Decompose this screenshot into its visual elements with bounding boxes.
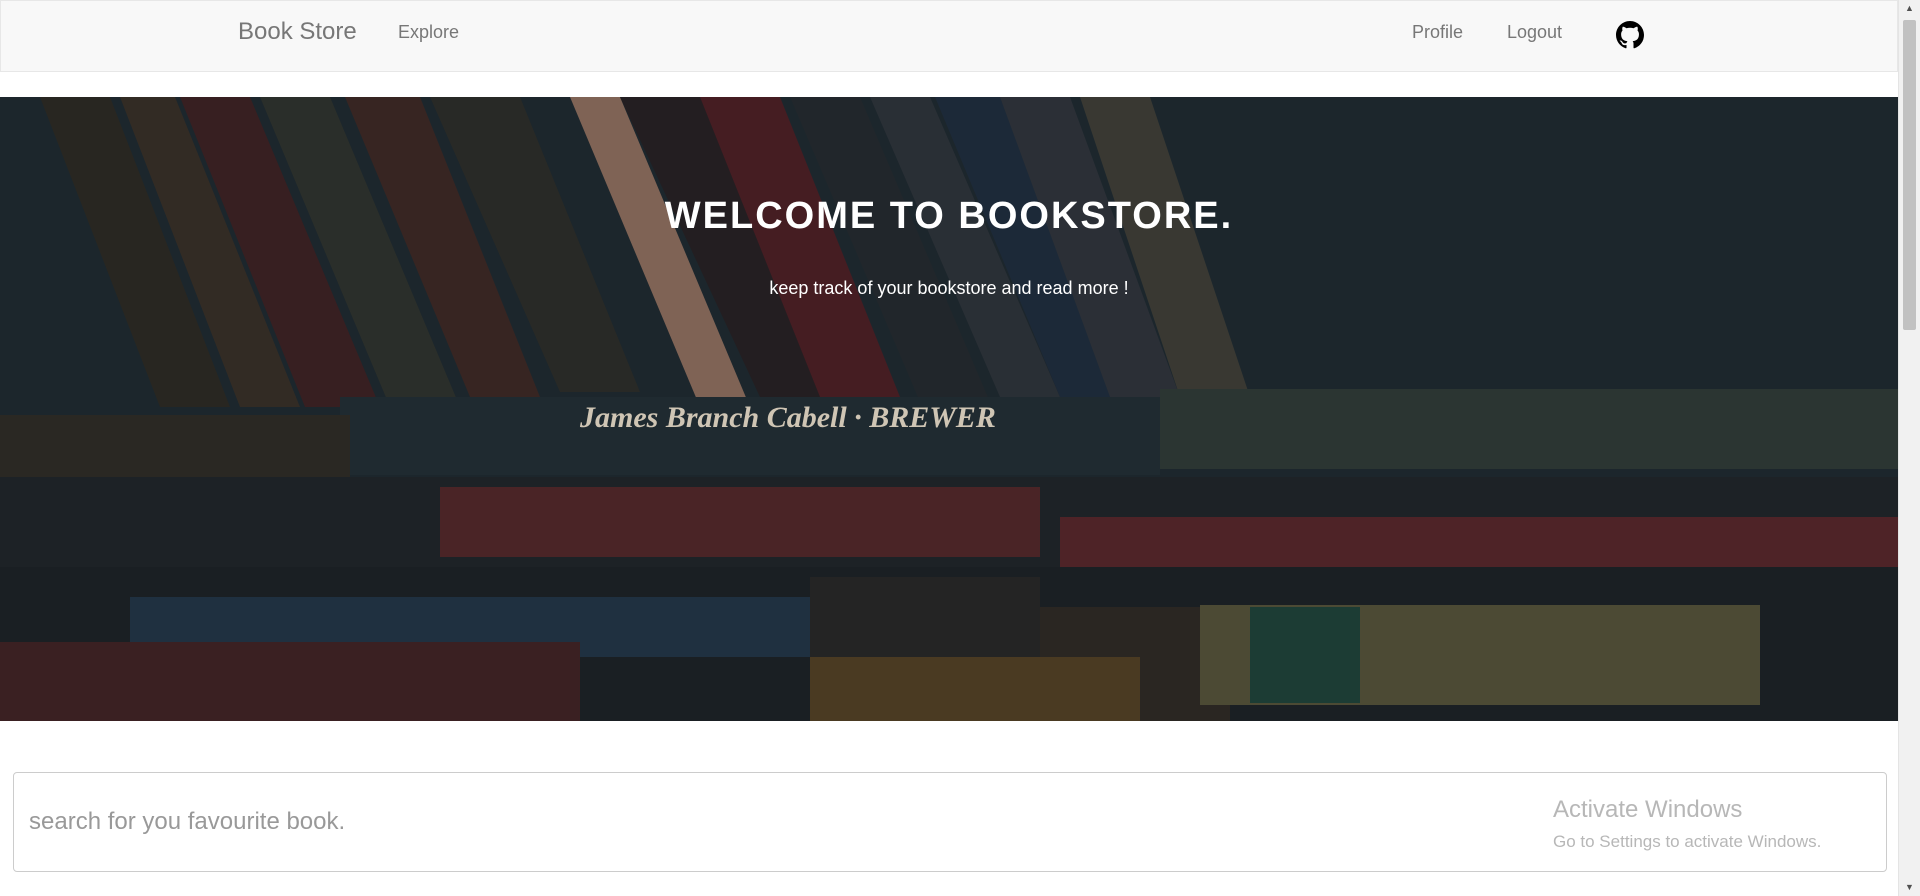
hero-subtitle: keep track of your bookstore and read mo… xyxy=(769,278,1129,298)
top-navbar: Book Store Explore Profile Logout xyxy=(0,0,1898,72)
brand-link[interactable]: Book Store xyxy=(238,18,357,46)
scroll-up-arrow-icon[interactable]: ▲ xyxy=(1899,0,1920,17)
book-spine-text: James Branch Cabell · BREWER xyxy=(579,401,996,434)
search-box xyxy=(13,772,1887,872)
page: Book Store Explore Profile Logout James … xyxy=(0,0,1920,896)
bookshelf-background-image: James Branch Cabell · BREWER xyxy=(0,97,1898,721)
search-input[interactable] xyxy=(14,773,1886,871)
nav-logout-link[interactable]: Logout xyxy=(1507,22,1562,43)
hero-banner: James Branch Cabell · BREWER WELCOME TO … xyxy=(0,97,1898,721)
nav-profile-link[interactable]: Profile xyxy=(1412,22,1463,43)
nav-explore-link[interactable]: Explore xyxy=(398,22,459,43)
github-icon[interactable] xyxy=(1616,21,1644,49)
scroll-down-arrow-icon[interactable]: ▼ xyxy=(1899,879,1920,896)
scroll-thumb[interactable] xyxy=(1903,20,1916,330)
hero-title: WELCOME TO BOOKSTORE. xyxy=(664,195,1234,237)
vertical-scrollbar[interactable]: ▲ ▼ xyxy=(1898,0,1920,896)
